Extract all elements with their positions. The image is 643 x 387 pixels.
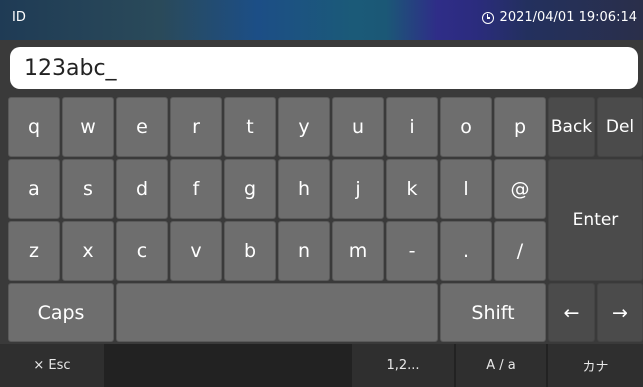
key-x[interactable]: x <box>62 221 114 281</box>
key-y[interactable]: y <box>278 97 330 157</box>
kana-button[interactable]: カナ <box>548 344 643 387</box>
key-z[interactable]: z <box>8 221 60 281</box>
key-p[interactable]: p <box>494 97 546 157</box>
key-t[interactable]: t <box>224 97 276 157</box>
enter-key[interactable]: Enter <box>548 159 643 281</box>
key-q[interactable]: q <box>8 97 60 157</box>
key-v[interactable]: v <box>170 221 222 281</box>
space-key[interactable] <box>116 283 438 342</box>
bottom-bar: × Esc 1,2... A / a カナ <box>0 344 643 387</box>
key-hyphen[interactable]: - <box>386 221 438 281</box>
key-b[interactable]: b <box>224 221 276 281</box>
arrow-right-key[interactable]: → <box>597 283 643 342</box>
key-j[interactable]: j <box>332 159 384 219</box>
key-period[interactable]: . <box>440 221 492 281</box>
key-at[interactable]: @ <box>494 159 546 219</box>
text-input[interactable]: 123abc_ <box>10 47 638 89</box>
key-c[interactable]: c <box>116 221 168 281</box>
key-k[interactable]: k <box>386 159 438 219</box>
clock-icon <box>481 11 494 24</box>
key-d[interactable]: d <box>116 159 168 219</box>
key-f[interactable]: f <box>170 159 222 219</box>
key-s[interactable]: s <box>62 159 114 219</box>
caps-key[interactable]: Caps <box>8 283 114 342</box>
case-toggle-button[interactable]: A / a <box>456 344 546 387</box>
key-r[interactable]: r <box>170 97 222 157</box>
numeric-mode-button[interactable]: 1,2... <box>352 344 454 387</box>
key-o[interactable]: o <box>440 97 492 157</box>
datetime-text: 2021/04/01 19:06:14 <box>499 10 637 25</box>
key-m[interactable]: m <box>332 221 384 281</box>
key-a[interactable]: a <box>8 159 60 219</box>
key-h[interactable]: h <box>278 159 330 219</box>
back-key[interactable]: Back <box>548 97 595 157</box>
key-g[interactable]: g <box>224 159 276 219</box>
key-e[interactable]: e <box>116 97 168 157</box>
esc-button[interactable]: × Esc <box>0 344 104 387</box>
key-l[interactable]: l <box>440 159 492 219</box>
key-slash[interactable]: / <box>494 221 546 281</box>
key-i[interactable]: i <box>386 97 438 157</box>
key-n[interactable]: n <box>278 221 330 281</box>
datetime: 2021/04/01 19:06:14 <box>481 10 637 25</box>
key-w[interactable]: w <box>62 97 114 157</box>
input-value: 123abc_ <box>24 55 117 81</box>
keyboard: q w e r t y u i o p Back Del a s d f g h… <box>8 97 643 342</box>
shift-key[interactable]: Shift <box>440 283 546 342</box>
arrow-left-key[interactable]: ← <box>548 283 595 342</box>
top-bar: ID 2021/04/01 19:06:14 <box>0 0 643 40</box>
delete-key[interactable]: Del <box>597 97 643 157</box>
field-title: ID <box>12 10 26 25</box>
key-u[interactable]: u <box>332 97 384 157</box>
